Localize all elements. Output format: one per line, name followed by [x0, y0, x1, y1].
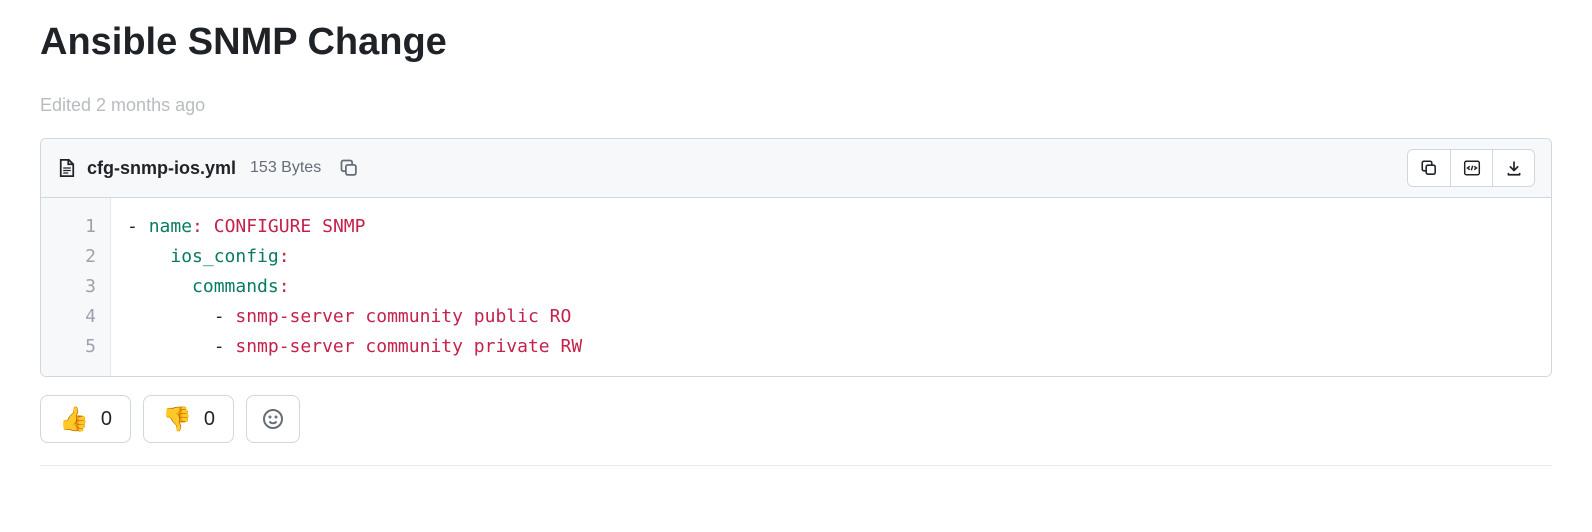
line-number[interactable]: 5 [55, 332, 96, 362]
line-number[interactable]: 3 [55, 272, 96, 302]
file-box: cfg-snmp-ios.yml 153 Bytes [40, 138, 1552, 377]
code-line: - name: CONFIGURE SNMP [127, 212, 1535, 242]
reactions-bar: 👍 0 👎 0 [40, 395, 1552, 443]
copy-path-button[interactable] [337, 156, 361, 180]
code-content[interactable]: - name: CONFIGURE SNMP ios_config: comma… [111, 198, 1551, 376]
download-button[interactable] [1492, 150, 1534, 186]
add-reaction-button[interactable] [246, 395, 300, 443]
divider [40, 465, 1552, 466]
thumbs-up-button[interactable]: 👍 0 [40, 395, 131, 443]
line-number-gutter: 12345 [41, 198, 111, 376]
copy-contents-button[interactable] [1408, 150, 1450, 186]
file-icon [57, 158, 77, 178]
edited-timestamp: Edited 2 months ago [40, 95, 1552, 116]
line-number[interactable]: 2 [55, 242, 96, 272]
thumbs-down-button[interactable]: 👎 0 [143, 395, 234, 443]
file-name[interactable]: cfg-snmp-ios.yml [87, 158, 236, 179]
thumbs-down-count: 0 [204, 408, 215, 431]
code-line: commands: [127, 272, 1535, 302]
line-number[interactable]: 4 [55, 302, 96, 332]
code-line: ios_config: [127, 242, 1535, 272]
file-size: 153 Bytes [250, 159, 321, 177]
line-number[interactable]: 1 [55, 212, 96, 242]
view-raw-button[interactable] [1450, 150, 1492, 186]
code-line: - snmp-server community public RO [127, 302, 1535, 332]
file-actions [1407, 149, 1535, 187]
thumbs-up-icon: 👍 [59, 405, 89, 434]
file-header: cfg-snmp-ios.yml 153 Bytes [41, 139, 1551, 198]
page-title: Ansible SNMP Change [40, 18, 1552, 67]
thumbs-down-icon: 👎 [162, 405, 192, 434]
thumbs-up-count: 0 [101, 408, 112, 431]
code-line: - snmp-server community private RW [127, 332, 1535, 362]
